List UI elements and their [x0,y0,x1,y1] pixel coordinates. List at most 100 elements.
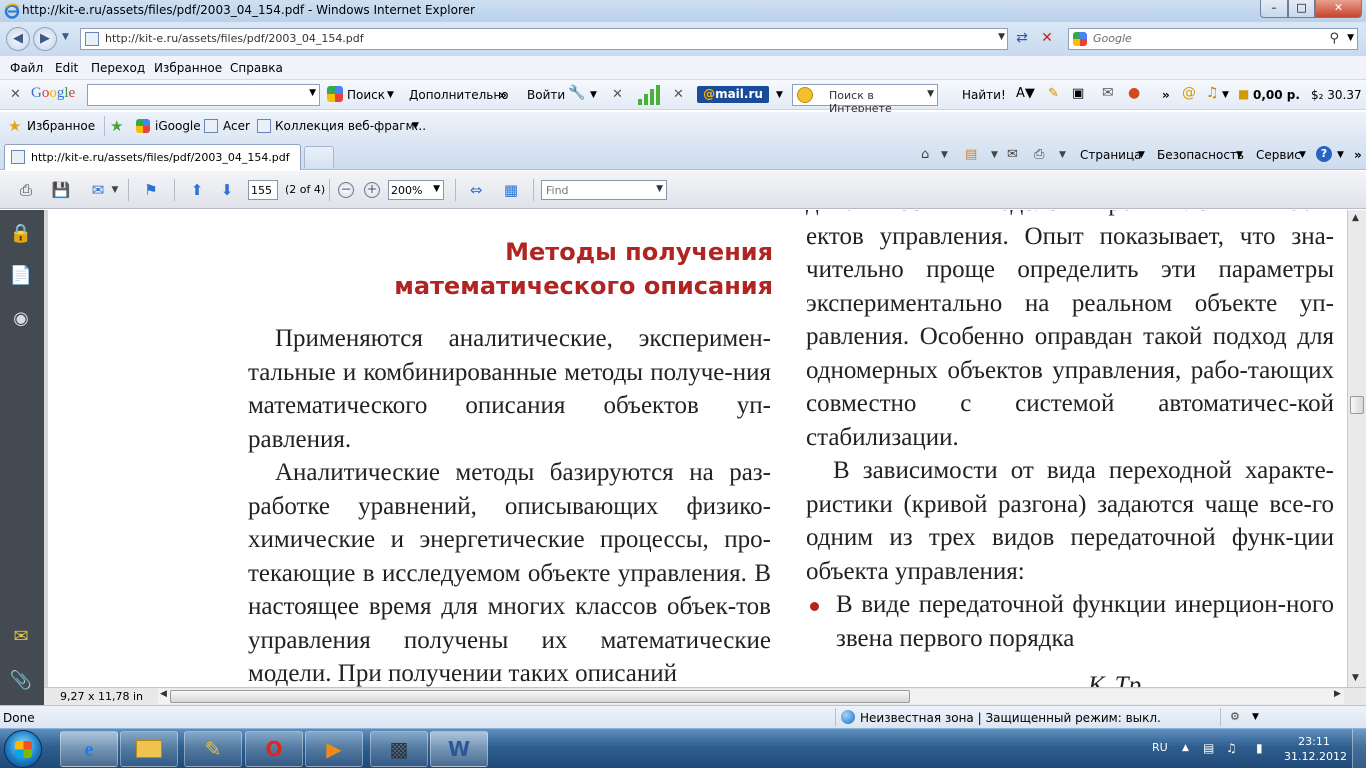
search-placeholder[interactable]: Google [1093,32,1132,45]
menu-file[interactable]: Файл [10,61,43,75]
save-icon[interactable]: 💾 [49,179,73,201]
chevron-down-icon[interactable]: ▼ [412,121,419,131]
find-placeholder[interactable]: Find [546,184,569,197]
security-zone[interactable]: Неизвестная зона | Защищенный режим: вык… [860,711,1161,725]
mailru-logo[interactable]: @mail.ru [697,86,769,103]
wallet-icon[interactable]: ■ [1238,87,1249,101]
taskbar-word-icon[interactable]: W [430,731,488,767]
signin-button[interactable]: Войти [527,88,565,102]
people-icon[interactable]: ● [1128,85,1140,101]
zoom-page-icon[interactable]: ▣ [1072,86,1084,101]
protected-mode-icon[interactable]: ⚙ [1230,710,1240,723]
home-icon[interactable]: ⌂ [921,147,929,162]
previous-page-icon[interactable]: ⬆ [185,179,209,201]
zoom-value[interactable]: 200% [391,184,422,197]
history-dropdown-icon[interactable]: ▼ [62,32,69,42]
scroll-up-icon[interactable]: ▲ [1352,213,1359,223]
back-button[interactable]: ◀ [6,27,30,51]
taskbar-explorer-icon[interactable] [120,731,178,767]
close-button[interactable]: ✕ [1315,0,1362,18]
taskbar-scanner-icon[interactable]: ▩ [370,731,428,767]
menu-help[interactable]: Справка [230,61,283,75]
more-tools-icon[interactable]: » [1162,88,1170,102]
scroll-right-icon[interactable]: ▶ [1334,689,1341,699]
favorites-star-icon[interactable]: ★ [8,117,21,135]
new-tab-button[interactable] [304,146,334,168]
binoculars-icon[interactable]: ◉ [9,308,33,332]
favorite-item-web-slices[interactable]: Коллекция веб-фрагм... [275,119,426,133]
mailru-search-input[interactable]: Поиск в Интернете ▼ [792,84,938,115]
taskbar-media-player-icon[interactable]: ▶ [305,731,363,767]
google-search-icon[interactable] [327,86,343,102]
music-icon[interactable]: ♫ [1206,85,1219,101]
horizontal-scrollbar[interactable]: ◀ ▶ [158,689,1344,704]
maximize-button[interactable]: □ [1288,0,1315,18]
lock-icon[interactable]: 🔒 [9,223,33,247]
language-indicator[interactable]: RU [1152,741,1168,754]
find-button[interactable]: Найти! [962,88,1006,102]
chevron-down-icon[interactable]: ▼ [433,184,440,194]
mail-icon[interactable]: ✉ [1102,85,1114,101]
tools-menu[interactable]: Сервис [1256,148,1301,162]
feeds-icon[interactable]: ▤ [965,147,977,162]
at-icon[interactable]: @ [1182,85,1196,101]
address-bar[interactable]: http://kit-e.ru/assets/files/pdf/2003_04… [80,28,1008,50]
address-dropdown-icon[interactable]: ▼ [998,32,1005,42]
vertical-scrollbar[interactable]: ▲ ▼ [1347,210,1366,687]
highlighter-icon[interactable]: ✎ [1048,86,1059,101]
taskbar-ie-icon[interactable]: e [60,731,118,767]
search-dropdown-icon[interactable]: ▼ [387,90,394,100]
share-icon[interactable]: ✉ [86,179,110,201]
google-search-button[interactable]: Поиск [347,88,385,102]
help-icon[interactable]: ? [1316,146,1332,162]
scroll-thumb[interactable] [1350,396,1364,414]
address-url[interactable]: http://kit-e.ru/assets/files/pdf/2003_04… [105,32,364,45]
wrench-dropdown-icon[interactable]: ▼ [590,90,597,100]
pages-icon[interactable]: 📄 [9,265,33,289]
home-dropdown-icon[interactable]: ▼ [941,150,948,160]
comment-tool-icon[interactable]: ⚑ [139,179,163,201]
feeds-dropdown-icon[interactable]: ▼ [991,150,998,160]
wrench-icon[interactable]: 🔧 [568,85,585,101]
print-icon[interactable]: ⎙ [1034,147,1044,162]
favorites-button[interactable]: Избранное [27,119,95,133]
print-dropdown-icon[interactable]: ▼ [1059,150,1066,160]
safety-menu-dropdown-icon[interactable]: ▼ [1236,150,1243,160]
tools-menu-dropdown-icon[interactable]: ▼ [1299,150,1306,160]
page-number-input[interactable]: 155 [248,180,278,200]
network-icon[interactable]: ▤ [1203,741,1214,755]
volume-icon[interactable]: ♫ [1226,741,1237,755]
menu-go[interactable]: Переход [91,61,145,75]
show-hidden-icons-icon[interactable]: ▲ [1182,743,1189,753]
scroll-left-icon[interactable]: ◀ [160,689,167,699]
tab-pdf[interactable]: http://kit-e.ru/assets/files/pdf/2003_04… [4,144,301,170]
page-menu-dropdown-icon[interactable]: ▼ [1138,150,1145,160]
font-size-icon[interactable]: A▼ [1016,86,1035,101]
read-mail-icon[interactable]: ✉ [1007,147,1018,162]
zoom-select[interactable]: 200% ▼ [388,180,444,200]
start-button[interactable] [4,730,42,768]
menu-edit[interactable]: Edit [55,61,78,75]
find-dropdown-icon[interactable]: ▼ [656,184,663,194]
pdf-document-area[interactable]: Методы получения математического описани… [44,210,1347,687]
find-input[interactable]: Find ▼ [541,180,667,200]
taskbar-paint-icon[interactable]: ✎ [184,731,242,767]
more-commands-icon[interactable]: » [1354,148,1362,162]
close-toolbar-icon[interactable]: ✕ [673,87,684,102]
signal-bars-icon[interactable] [638,85,660,105]
search-box[interactable]: Google ⚲ ▼ [1068,28,1358,50]
chevron-down-icon[interactable]: ▼ [1252,712,1259,722]
share-dropdown-icon[interactable]: ▼ [110,179,120,201]
favorite-item-acer[interactable]: Acer [223,119,250,133]
battery-icon[interactable]: ▮ [1256,741,1263,755]
attachment-icon[interactable]: 📎 [9,670,33,694]
help-dropdown-icon[interactable]: ▼ [1337,150,1344,160]
google-search-input[interactable]: ▼ [87,84,320,106]
next-page-icon[interactable]: ⬇ [215,179,239,201]
safety-menu[interactable]: Безопасность [1157,148,1244,162]
scroll-down-icon[interactable]: ▼ [1352,673,1359,683]
comments-icon[interactable]: ✉ [9,626,33,650]
mailru-dropdown-icon[interactable]: ▼ [776,90,783,100]
chevron-down-icon[interactable]: ▼ [309,88,316,98]
minimize-button[interactable]: – [1260,0,1288,18]
